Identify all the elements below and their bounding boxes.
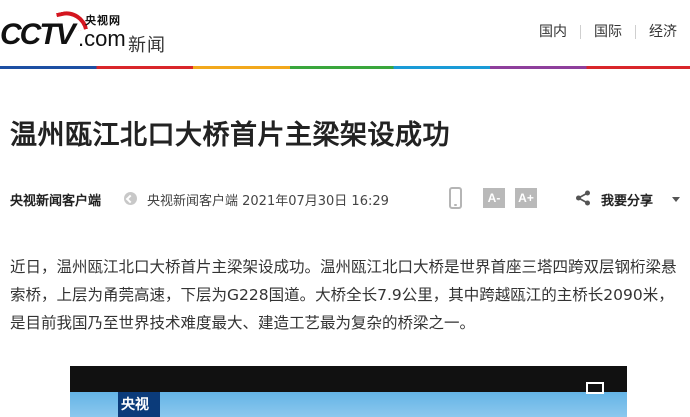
article-body: 近日，温州瓯江北口大桥首片主梁架设成功。温州瓯江北口大桥是世界首座三塔四跨双层钢… [10, 258, 677, 332]
nav-item-domestic[interactable]: 国内 [526, 23, 580, 41]
share-button[interactable]: 我要分享 [601, 190, 653, 209]
chevron-down-icon[interactable] [672, 197, 680, 202]
font-increase-button[interactable]: A+ [515, 188, 537, 208]
logo-com-text: .com [78, 26, 126, 51]
article-info-bar: 央视新闻客户端 央视新闻客户端 2021年07月30日 16:29 A- A+ … [10, 186, 690, 212]
nav-item-international[interactable]: 国际 [581, 23, 635, 41]
top-nav: 国内 国际 经济 [526, 23, 690, 41]
source-name[interactable]: 央视新闻客户端 [10, 190, 101, 209]
site-header: CCTV 央视网 .com 新闻 国内 国际 经济 [0, 0, 690, 66]
article-title: 温州瓯江北口大桥首片主梁架设成功 [10, 120, 450, 151]
source-and-time: 央视新闻客户端 2021年07月30日 16:29 [147, 194, 389, 209]
font-decrease-button[interactable]: A- [483, 188, 505, 208]
video-watermark: 央视 [121, 397, 149, 413]
nav-item-economy[interactable]: 经济 [636, 23, 690, 41]
logo-section-name: 新闻 [128, 35, 166, 56]
phone-icon[interactable] [449, 187, 462, 209]
fullscreen-icon[interactable] [586, 382, 604, 394]
share-icon[interactable] [575, 190, 591, 206]
clock-icon [124, 192, 137, 205]
video-player[interactable]: 央视 [70, 366, 627, 417]
header-rainbow-bar [0, 66, 690, 69]
